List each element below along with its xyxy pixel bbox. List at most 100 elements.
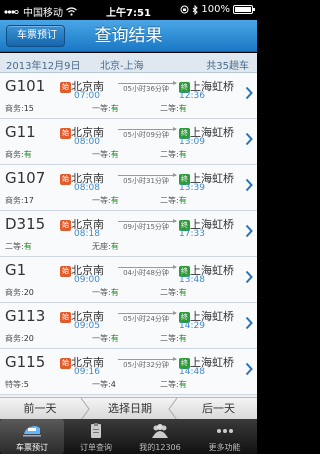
battery-percent: 100% [201, 4, 230, 15]
train-count: 共35趟车 [206, 61, 249, 72]
seat-label: 一等: [92, 104, 111, 113]
seat-class-1: 商务:20 [5, 287, 34, 298]
select-date-button[interactable]: 选择日期 [92, 398, 168, 420]
tab-order-query[interactable]: 订单查询 [64, 419, 128, 454]
seat-class-1: 商务:15 [5, 103, 34, 114]
tab-label: 订单查询 [80, 443, 112, 452]
seat-availability: 有 [110, 242, 119, 251]
departure-time: 08:00 [74, 137, 100, 147]
seat-label: 二等: [160, 334, 179, 343]
seat-label: 一等: [92, 150, 111, 159]
seat-availability: 5 [23, 380, 29, 389]
more-dots-icon [216, 429, 233, 433]
start-badge: 始 [60, 265, 71, 277]
arrival-time: 13:09 [179, 137, 205, 147]
seat-label: 二等: [160, 104, 179, 113]
date-navigation-bar: 前一天 选择日期 后一天 [0, 397, 257, 420]
start-badge: 始 [60, 219, 71, 231]
arrival-time: 13:39 [179, 183, 205, 193]
chevron-right-icon [245, 86, 253, 100]
arrival-time: 14:48 [179, 367, 205, 377]
tab-more-functions[interactable]: 更多功能 [192, 419, 257, 454]
trip-duration: 09小时15分钟 [123, 223, 169, 231]
seat-class-1: 特等:5 [5, 379, 29, 390]
seat-label: 二等: [160, 150, 179, 159]
train-number: G107 [5, 169, 46, 187]
seat-availability: 20 [23, 288, 34, 297]
seat-label: 二等: [160, 288, 179, 297]
lock-rotation-icon [180, 5, 189, 14]
trip-duration: 05小时31分钟 [123, 177, 169, 185]
seat-label: 商务: [5, 150, 24, 159]
departure-time: 07:00 [74, 91, 100, 101]
seat-label: 一等: [92, 196, 111, 205]
train-row[interactable]: G113 始北京南 09:05 05小时24分钟 终上海虹桥 14:29 商务:… [0, 303, 257, 349]
seat-label: 二等: [5, 242, 24, 251]
seat-label: 商务: [5, 104, 24, 113]
train-list: G101 始北京南 07:00 05小时36分钟 终上海虹桥 12:36 商务:… [0, 73, 257, 397]
user-group-icon [152, 424, 168, 438]
trip-duration: 05小时36分钟 [123, 85, 169, 93]
train-row[interactable]: G11 始北京南 08:00 05小时09分钟 终上海虹桥 13:09 商务:有… [0, 119, 257, 165]
seat-class-3: 二等:有 [160, 379, 187, 390]
seat-class-2: 一等:有 [92, 333, 119, 344]
trip-duration: 05小时32分钟 [123, 361, 169, 369]
seat-availability: 有 [110, 288, 119, 297]
arrival-time: 17:33 [179, 229, 205, 239]
seat-class-3: 二等:有 [160, 287, 187, 298]
train-row[interactable]: D315 始北京南 08:18 09小时15分钟 终上海虹桥 17:33 二等:… [0, 211, 257, 257]
seat-label: 商务: [5, 196, 24, 205]
seat-availability: 17 [23, 196, 34, 205]
train-row[interactable]: G1 始北京南 09:00 04小时48分钟 终上海虹桥 13:48 商务:20… [0, 257, 257, 303]
status-bar: 中国移动 上午7:51 100% [0, 0, 257, 20]
tab-my-12306[interactable]: 我的12306 [128, 419, 192, 454]
train-number: G115 [5, 353, 46, 371]
seat-label: 二等: [160, 380, 179, 389]
seat-label: 商务: [5, 288, 24, 297]
nav-header: 车票预订 查询结果 [0, 20, 257, 52]
seat-class-2: 一等:有 [92, 103, 119, 114]
arrival-time: 12:36 [179, 91, 205, 101]
seat-availability: 有 [178, 334, 187, 343]
divider-arrow-icon [80, 398, 90, 420]
search-summary: 2013年12月9日 北京-上海 共35趟车 [0, 53, 257, 73]
departure-time: 08:18 [74, 229, 100, 239]
seat-availability: 有 [178, 196, 187, 205]
seat-availability: 有 [23, 242, 32, 251]
train-row[interactable]: G101 始北京南 07:00 05小时36分钟 终上海虹桥 12:36 商务:… [0, 73, 257, 119]
route-label: 北京-上海 [100, 61, 144, 72]
chevron-right-icon [245, 224, 253, 238]
seat-availability: 有 [110, 150, 119, 159]
start-badge: 始 [60, 127, 71, 139]
chevron-right-icon [245, 362, 253, 376]
chevron-right-icon [245, 316, 253, 330]
seat-class-1: 商务:有 [5, 149, 32, 160]
train-number: G11 [5, 123, 36, 141]
chevron-right-icon [245, 178, 253, 192]
start-badge: 始 [60, 173, 71, 185]
start-badge: 始 [60, 357, 71, 369]
tab-ticket-booking[interactable]: 车票预订 [0, 419, 64, 454]
train-row[interactable]: G107 始北京南 08:08 05小时31分钟 终上海虹桥 13:39 商务:… [0, 165, 257, 211]
start-badge: 始 [60, 311, 71, 323]
seat-class-1: 商务:17 [5, 195, 34, 206]
next-day-button[interactable]: 后一天 [180, 398, 257, 420]
seat-label: 商务: [5, 334, 24, 343]
tab-label: 更多功能 [208, 443, 241, 452]
seat-label: 一等: [92, 380, 111, 389]
trip-duration: 05小时24分钟 [123, 315, 169, 323]
arrival-time: 14:29 [179, 321, 205, 331]
clipboard-icon [91, 423, 101, 438]
train-number: D315 [5, 215, 46, 233]
seat-availability: 有 [110, 334, 119, 343]
seat-class-3: 二等:有 [160, 195, 187, 206]
train-icon [23, 426, 41, 437]
seat-availability: 20 [23, 334, 34, 343]
seat-label: 二等: [160, 196, 179, 205]
train-row[interactable]: G115 始北京南 09:16 05小时32分钟 终上海虹桥 14:48 特等:… [0, 349, 257, 395]
chevron-right-icon [245, 270, 253, 284]
seat-label: 一等: [92, 334, 111, 343]
seat-class-1: 二等:有 [5, 241, 32, 252]
seat-label: 特等: [5, 380, 24, 389]
prev-day-button[interactable]: 前一天 [0, 398, 80, 420]
